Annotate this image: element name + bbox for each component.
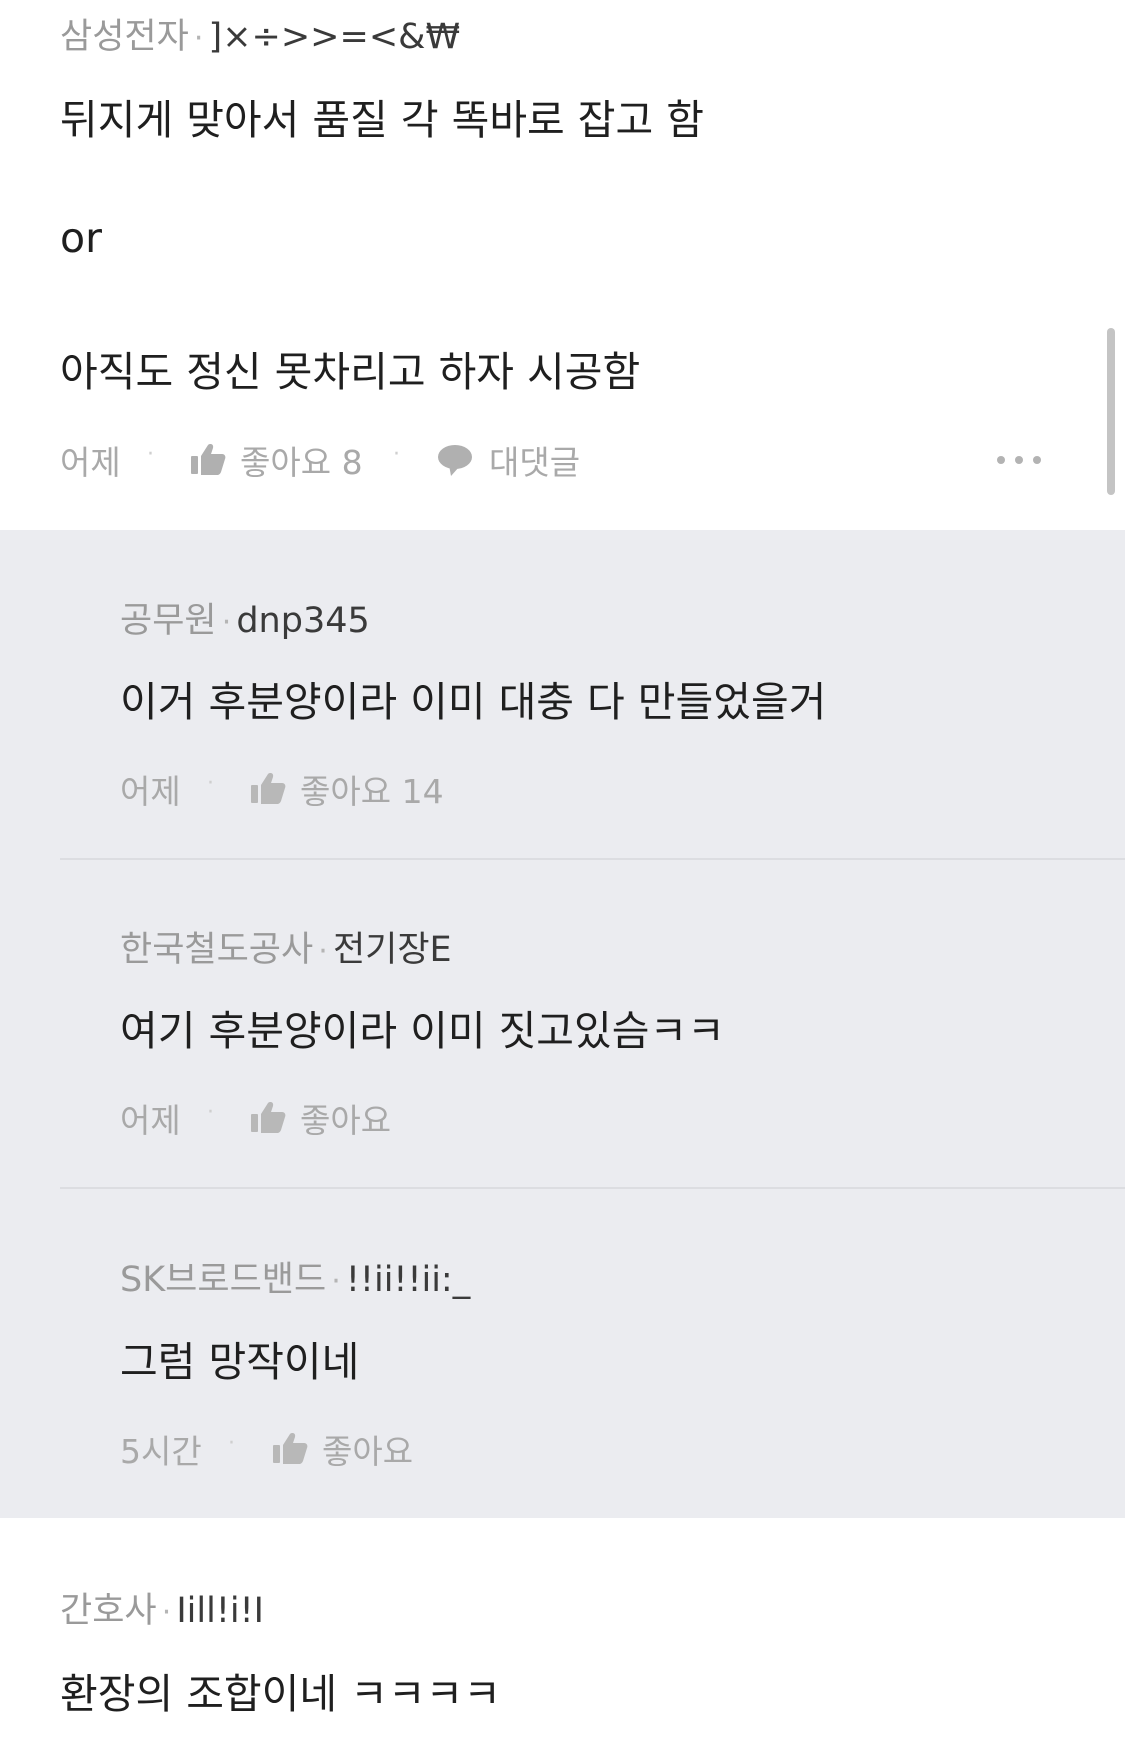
like-count: 좋아요 14 [300, 772, 444, 811]
comment-body: 여기 후분양이라 이미 짓고있슴ㅋㅋ [120, 1007, 725, 1055]
separator-dot: · [228, 1431, 235, 1456]
comment-body: 그럼 망작이네 [120, 1338, 360, 1386]
author-company: 간호사 [60, 1591, 157, 1631]
thumbs-up-icon [273, 1433, 308, 1464]
author-nickname: Iill!i!I [176, 1591, 264, 1631]
comment-time: 어제 [120, 772, 181, 811]
author-separator: · [318, 934, 328, 969]
author-company: SK브로드밴드 [120, 1260, 327, 1300]
author-separator: · [193, 21, 204, 56]
author-nickname: !!ii!!ii:_ [345, 1260, 471, 1300]
author-nickname: 전기장E [332, 930, 452, 970]
like-count: 좋아요 [322, 1432, 414, 1471]
comment-time: 어제 [120, 1101, 181, 1140]
comment-time: 5시간 [120, 1432, 202, 1471]
more-button[interactable] [995, 450, 1045, 470]
comment-author[interactable]: 한국철도공사 · 전기장E [120, 921, 452, 972]
like-count: 좋아요 [300, 1101, 392, 1140]
reply-divider [60, 1187, 1125, 1189]
comment-body-line: 뒤지게 맞아서 품질 각 똑바로 잡고 함 [60, 96, 704, 144]
author-company: 삼성전자 [60, 17, 189, 57]
comment-author[interactable]: 공무원 · dnp345 [120, 592, 370, 643]
separator-dot: · [207, 771, 214, 796]
author-separator: · [331, 1264, 341, 1299]
comment-time: 어제 [60, 443, 121, 482]
comment-author[interactable]: 간호사 · Iill!i!I [60, 1582, 264, 1633]
separator-dot: · [393, 442, 400, 467]
speech-bubble-icon [438, 445, 472, 476]
separator-dot: · [207, 1100, 214, 1125]
reply-divider [60, 858, 1125, 860]
thumbs-up-icon [251, 773, 286, 804]
thumbs-up-icon [251, 1102, 286, 1133]
comment-author[interactable]: SK브로드밴드 · !!ii!!ii:_ [120, 1251, 470, 1302]
more-dots-icon [997, 456, 1041, 464]
author-nickname: ]×÷>>=<&₩ [208, 17, 461, 57]
author-company: 한국철도공사 [120, 930, 314, 970]
comment-body: 환장의 조합이네 ㅋㅋㅋㅋ [60, 1670, 501, 1718]
thumbs-up-icon [191, 444, 226, 475]
like-count: 좋아요 8 [240, 443, 363, 482]
comment-body-line: or [60, 214, 102, 262]
author-company: 공무원 [120, 601, 217, 641]
comment-body: 이거 후분양이라 이미 대충 다 만들었을거 [120, 678, 827, 726]
comment-body-line: 아직도 정신 못차리고 하자 시공함 [60, 348, 641, 396]
scrollbar[interactable] [1107, 328, 1115, 495]
author-separator: · [161, 1595, 172, 1630]
reply-label: 대댓글 [489, 443, 581, 482]
comment-author[interactable]: 삼성전자 · ]×÷>>=<&₩ [60, 8, 460, 59]
author-separator: · [221, 605, 232, 640]
author-nickname: dnp345 [236, 601, 370, 641]
separator-dot: · [147, 442, 154, 467]
